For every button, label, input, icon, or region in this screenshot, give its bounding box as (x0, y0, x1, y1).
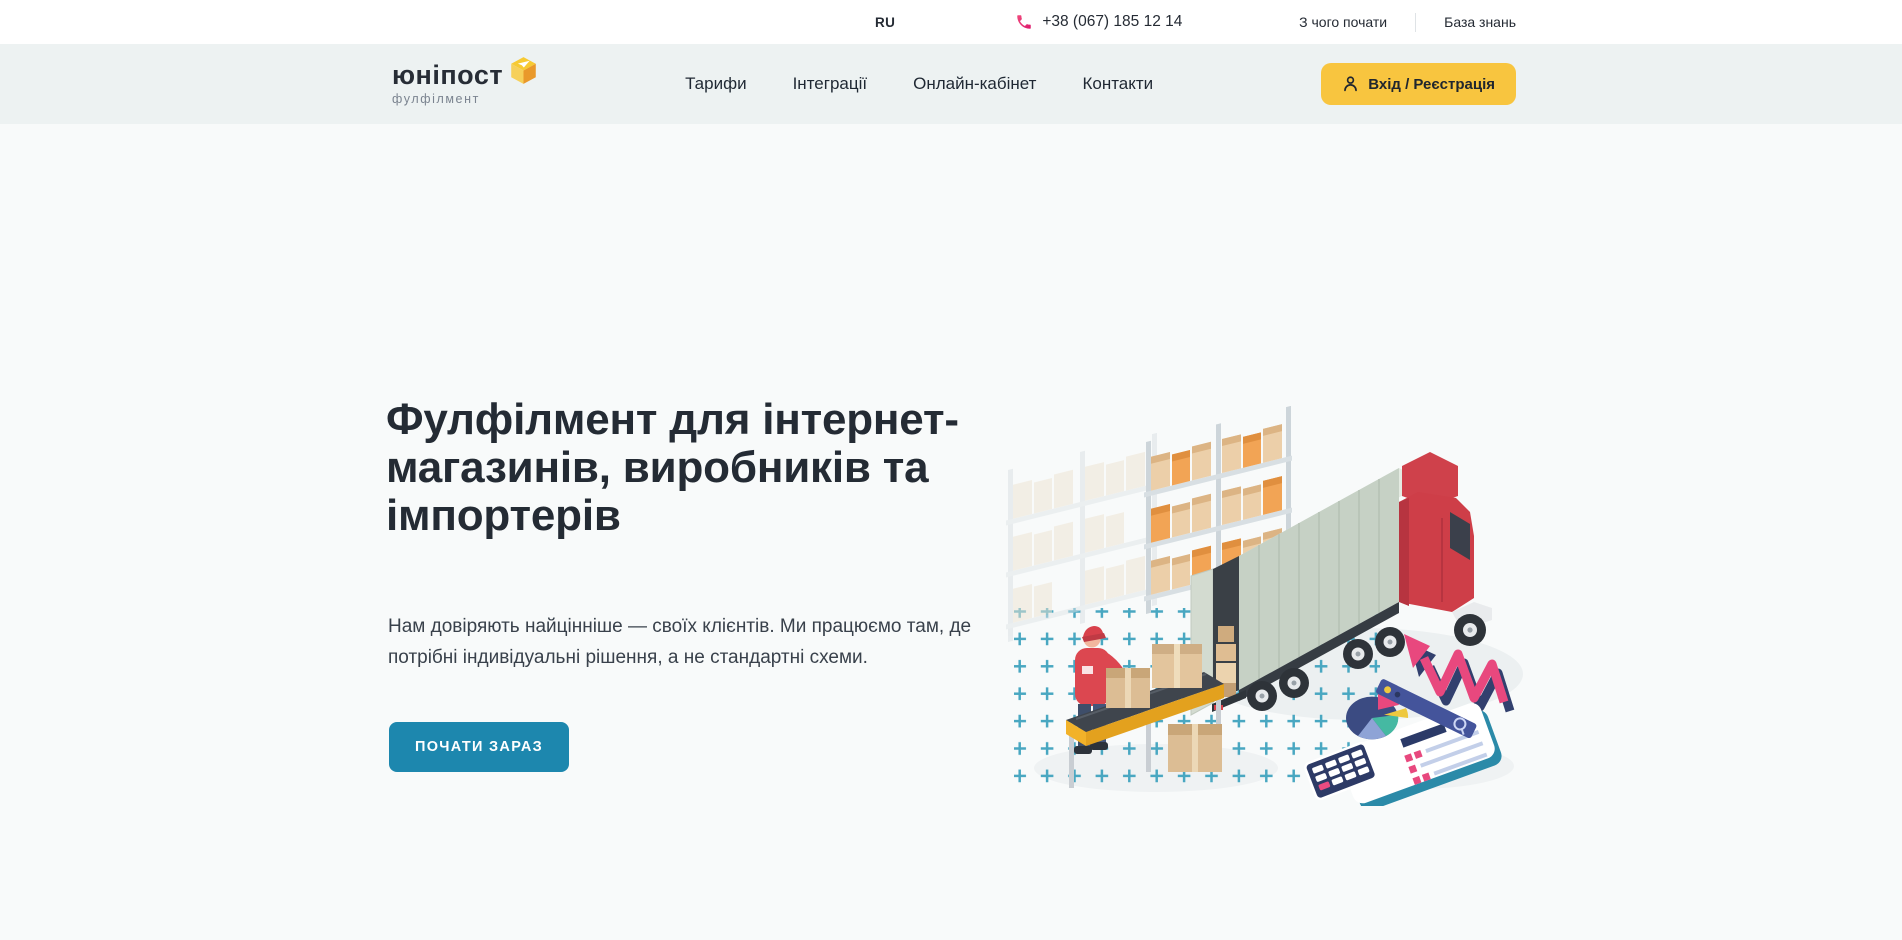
phone-number: +38 (067) 185 12 14 (1042, 13, 1182, 31)
phone-link[interactable]: +38 (067) 185 12 14 (1015, 13, 1182, 31)
user-icon (1342, 75, 1359, 93)
login-register-button[interactable]: Вхід / Реєстрація (1321, 63, 1516, 105)
nav-tariffs[interactable]: Тарифи (685, 74, 747, 94)
top-links: З чого почати База знань (1271, 13, 1516, 32)
nav-online-cabinet[interactable]: Онлайн-кабінет (913, 74, 1036, 94)
hero-description: Нам довіряють найцінніше — своїх клієнті… (388, 612, 980, 674)
site-header: юніпост фулфілмент Тарифи Інтеграції Онл… (0, 44, 1902, 124)
start-now-button[interactable]: ПОЧАТИ ЗАРАЗ (389, 722, 569, 772)
link-how-to-start[interactable]: З чого почати (1271, 14, 1415, 30)
login-register-label: Вхід / Реєстрація (1368, 76, 1495, 93)
page-title: Фулфілмент для інтернет- магазинів, виро… (386, 396, 1086, 540)
cube-icon (510, 56, 537, 85)
logo[interactable]: юніпост фулфілмент (386, 62, 537, 106)
nav-integrations[interactable]: Інтеграції (793, 74, 868, 94)
hero-illustration (1006, 406, 1526, 806)
main-nav: Тарифи Інтеграції Онлайн-кабінет Контакт… (685, 74, 1153, 94)
logo-title: юніпост (392, 62, 503, 89)
link-knowledge-base[interactable]: База знань (1416, 14, 1516, 30)
hero-section: Фулфілмент для інтернет- магазинів, виро… (0, 124, 1902, 940)
top-bar: RU +38 (067) 185 12 14 З чого почати Баз… (0, 0, 1902, 44)
phone-icon (1015, 13, 1033, 31)
nav-contacts[interactable]: Контакти (1082, 74, 1153, 94)
logo-subtitle: фулфілмент (392, 92, 537, 106)
language-selector[interactable]: RU (875, 15, 895, 30)
